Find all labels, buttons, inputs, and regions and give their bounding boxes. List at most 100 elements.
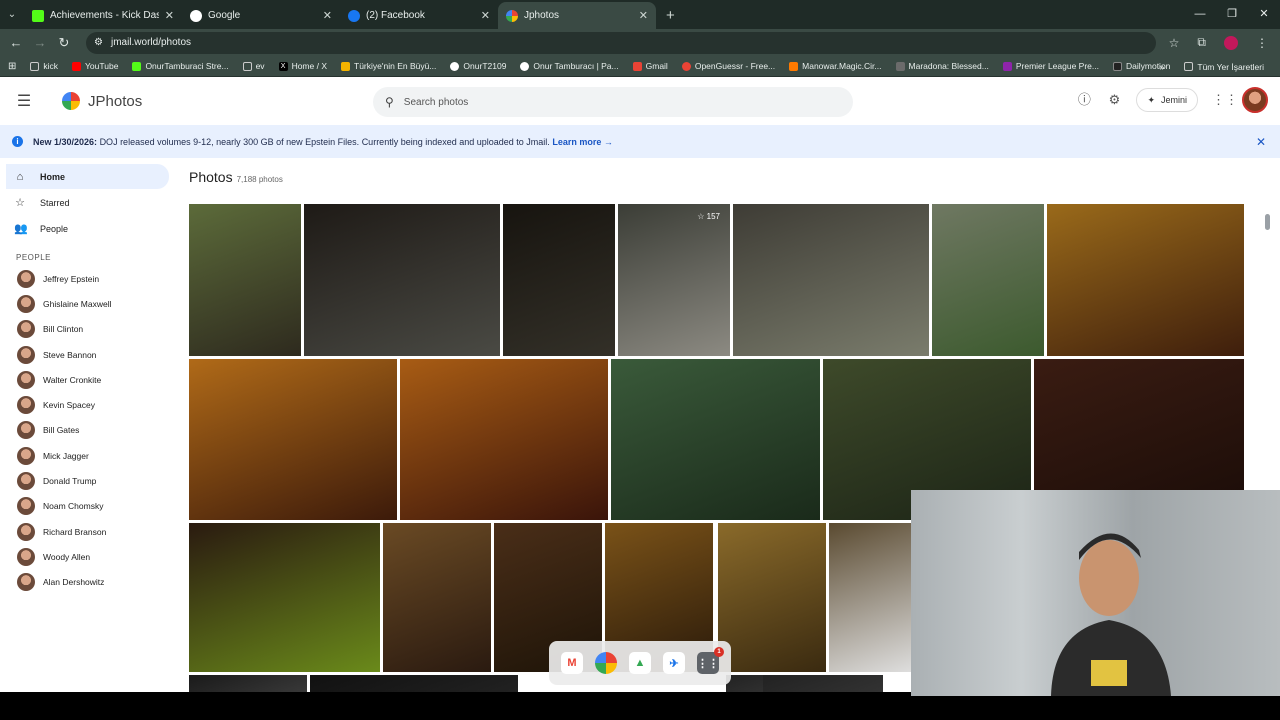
app-logo[interactable]: JPhotos xyxy=(62,92,142,110)
drive-icon[interactable]: ▲ xyxy=(629,652,651,674)
help-icon[interactable]: ⓘ xyxy=(1076,92,1092,108)
sidebar-item-home[interactable]: ⌂ Home xyxy=(6,164,169,189)
photo-thumbnail[interactable] xyxy=(1047,204,1244,356)
tab-google[interactable]: Google ✕ xyxy=(182,2,340,29)
restore-icon[interactable]: ❐ xyxy=(1216,0,1248,29)
tab-facebook[interactable]: (2) Facebook ✕ xyxy=(340,2,498,29)
sidebar-person[interactable]: Bill Clinton xyxy=(0,317,175,342)
all-bookmarks-button[interactable]: Tüm Yer İşaretleri xyxy=(1178,62,1270,72)
close-icon[interactable]: ✕ xyxy=(323,9,332,22)
sidebar-person[interactable]: Bill Gates xyxy=(0,418,175,443)
photo-thumbnail[interactable] xyxy=(189,675,307,692)
dailymotion-icon xyxy=(1113,61,1122,71)
sidebar-person[interactable]: Noam Chomsky xyxy=(0,494,175,519)
bookmark-item[interactable]: OpenGuessr - Free... xyxy=(676,61,781,71)
scrollbar[interactable] xyxy=(1265,214,1270,230)
announcement-banner: i New 1/30/2026: DOJ released volumes 9-… xyxy=(0,125,1280,158)
new-tab-button[interactable]: + xyxy=(656,2,685,29)
more-bookmarks-icon[interactable]: » xyxy=(1160,62,1165,72)
bookmark-item[interactable]: X Home / X xyxy=(273,61,333,71)
bookmark-label: YouTube xyxy=(85,61,119,71)
bookmark-item[interactable]: YouTube xyxy=(66,61,124,71)
sidebar-person[interactable]: Kevin Spacey xyxy=(0,392,175,417)
person-name: Walter Cronkite xyxy=(43,374,102,385)
home-icon: ⌂ xyxy=(16,170,24,183)
bookmark-item[interactable]: Gmail xyxy=(627,61,674,71)
photo-thumbnail[interactable] xyxy=(733,204,929,356)
bookmark-item[interactable]: Onur Tamburacı | Pa... xyxy=(514,61,624,71)
bookmark-item[interactable]: OnurTamburaci Stre... xyxy=(126,61,234,71)
close-window-icon[interactable]: ✕ xyxy=(1248,0,1280,29)
close-icon[interactable]: ✕ xyxy=(481,9,490,22)
sidebar-person[interactable]: Richard Branson xyxy=(0,519,175,544)
bookmark-item[interactable]: Türkiye'nin En Büyü... xyxy=(335,61,442,71)
sidebar-person[interactable]: Alan Dershowitz xyxy=(0,570,175,595)
apps-grid-icon[interactable]: ⋮⋮ xyxy=(1212,92,1238,108)
photos-icon[interactable] xyxy=(595,652,617,674)
photo-thumbnail[interactable] xyxy=(932,204,1044,356)
learn-more-link[interactable]: Learn more → xyxy=(552,137,613,147)
photo-thumbnail[interactable] xyxy=(400,359,608,520)
bookmark-item[interactable]: kick xyxy=(24,61,64,71)
bookmark-item[interactable]: Premier League Pre... xyxy=(997,61,1105,71)
photo-thumbnail[interactable] xyxy=(383,523,491,672)
sidebar-person[interactable]: Jeffrey Epstein xyxy=(0,266,175,291)
sidebar-item-starred[interactable]: ☆ Starred xyxy=(6,190,169,215)
bookmark-label: Onur Tamburacı | Pa... xyxy=(533,61,619,71)
sidebar-person[interactable]: Steve Bannon xyxy=(0,342,175,367)
bookmark-item[interactable]: Manowar.Magic.Cir... xyxy=(783,61,887,71)
close-icon[interactable]: ✕ xyxy=(165,9,174,22)
sidebar-person[interactable]: Mick Jagger xyxy=(0,443,175,468)
kick-icon xyxy=(132,61,142,71)
sidebar-person[interactable]: Walter Cronkite xyxy=(0,367,175,392)
back-arrow-icon[interactable]: ← xyxy=(4,35,28,50)
gmail-icon[interactable]: M xyxy=(561,652,583,674)
photo-thumbnail[interactable] xyxy=(503,204,615,356)
photo-thumbnail[interactable] xyxy=(189,523,380,672)
tab-jphotos[interactable]: Jphotos ✕ xyxy=(498,2,656,29)
sidebar-person[interactable]: Donald Trump xyxy=(0,468,175,493)
avatar xyxy=(17,320,35,339)
photo-thumbnail[interactable] xyxy=(718,523,826,672)
avatar xyxy=(17,547,35,566)
apps-launcher-icon[interactable]: ⋮⋮ 1 xyxy=(697,647,724,674)
forward-arrow-icon[interactable]: → xyxy=(28,35,52,50)
person-name: Bill Gates xyxy=(43,425,80,436)
x-icon: X xyxy=(278,61,288,71)
avatar[interactable] xyxy=(1242,87,1268,113)
youtube-icon xyxy=(72,61,82,71)
close-icon[interactable]: ✕ xyxy=(639,9,648,22)
menu-icon[interactable]: ☰ xyxy=(0,91,48,111)
minimize-icon[interactable]: — xyxy=(1184,0,1216,29)
photo-thumbnail[interactable] xyxy=(611,359,820,520)
bookmark-item[interactable]: OnurT2109 xyxy=(444,61,512,71)
photo-thumbnail[interactable] xyxy=(189,204,301,356)
tab-kick[interactable]: Achievements - Kick Dashboard ✕ xyxy=(24,2,182,29)
photo-thumbnail[interactable]: ☆ 157 xyxy=(618,204,730,356)
flights-icon[interactable]: ✈ xyxy=(663,652,685,674)
photo-thumbnail[interactable] xyxy=(310,675,518,692)
photo-thumbnail[interactable] xyxy=(189,359,397,520)
bookmark-star-icon[interactable]: ☆ xyxy=(1169,36,1180,50)
browser-menu-icon[interactable]: ⋮ xyxy=(1256,36,1268,50)
reload-icon[interactable]: ↻ xyxy=(52,35,76,51)
search-input[interactable]: ⚲ Search photos xyxy=(373,87,853,117)
sidebar-person[interactable]: Ghislaine Maxwell xyxy=(0,291,175,316)
tab-search-button[interactable]: ⌄ xyxy=(0,0,24,29)
close-icon[interactable]: ✕ xyxy=(1256,135,1266,149)
apps-grid-icon[interactable]: ⊞ xyxy=(8,61,16,72)
url-field[interactable]: ⚙ jmail.world/photos xyxy=(86,31,1156,54)
photo-thumbnail[interactable] xyxy=(763,675,883,692)
sidebar-item-people[interactable]: 👥 People xyxy=(6,216,169,241)
jemini-button[interactable]: ✦ Jemini xyxy=(1136,88,1198,112)
profile-icon[interactable] xyxy=(1224,35,1238,50)
photo-thumbnail[interactable] xyxy=(829,523,919,672)
gear-icon[interactable]: ⚙ xyxy=(1106,92,1122,108)
bookmark-label: Home / X xyxy=(291,61,327,71)
bookmark-item[interactable]: Maradona: Blessed... xyxy=(890,61,995,71)
photo-thumbnail[interactable] xyxy=(304,204,500,356)
bookmark-item[interactable]: ev xyxy=(237,61,271,71)
site-info-icon[interactable]: ⚙ xyxy=(94,37,103,48)
sidebar-person[interactable]: Woody Allen xyxy=(0,544,175,569)
extensions-icon[interactable]: ⧉ xyxy=(1197,35,1206,50)
